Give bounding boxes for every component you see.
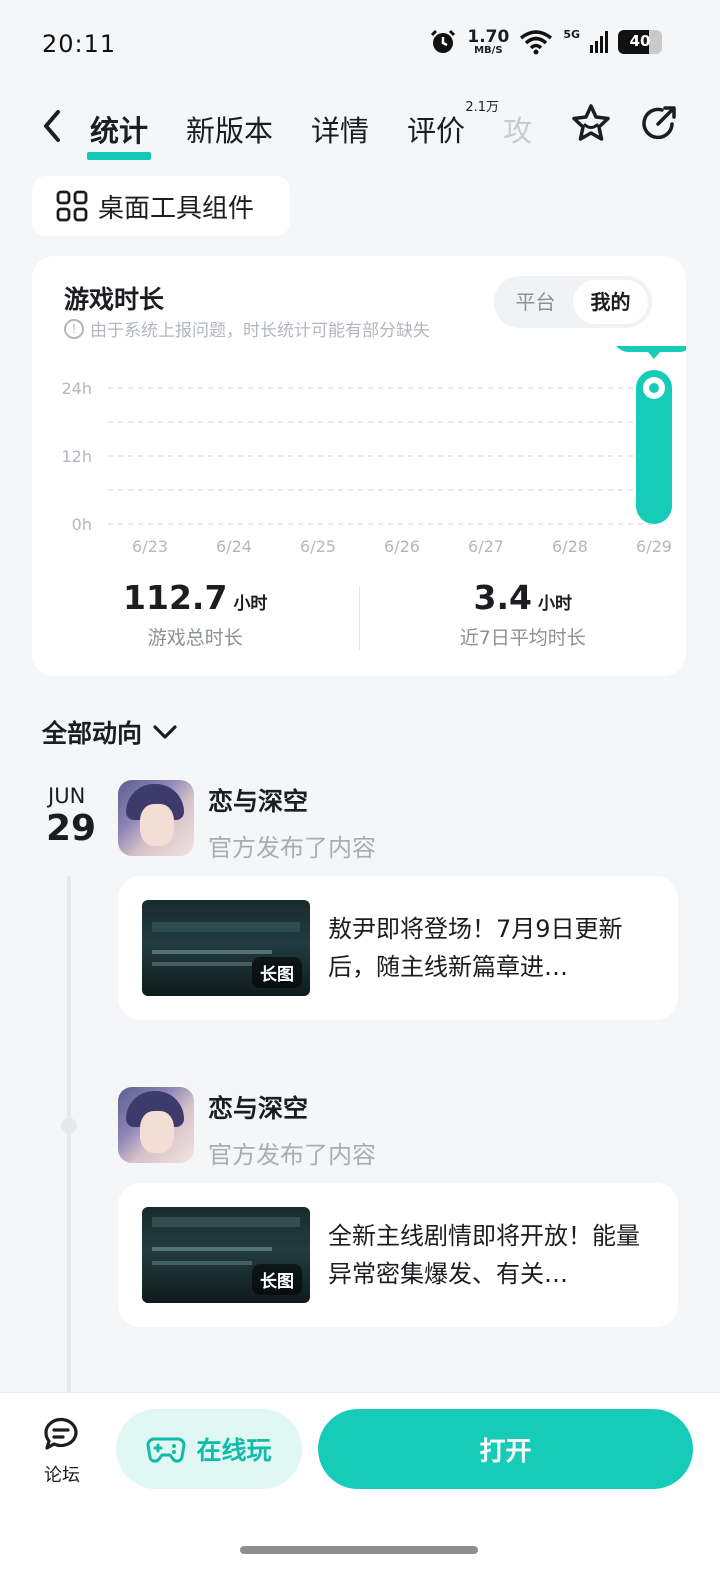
open-button[interactable]: 打开	[318, 1409, 693, 1489]
network-speed: 1.70 MB/S	[467, 26, 510, 56]
forum-icon	[44, 1417, 78, 1450]
forum-button[interactable]: 论坛	[38, 1413, 86, 1487]
desktop-widget-button[interactable]: 桌面工具组件	[32, 176, 290, 236]
x-tick-label: 6/24	[216, 537, 252, 556]
card-title: 游戏时长	[64, 285, 165, 314]
star-icon[interactable]	[570, 102, 612, 144]
avatar[interactable]	[118, 780, 194, 856]
summary-row: 112.7 小时 游戏总时长 3.4 小时 近7日平均时长	[32, 578, 686, 658]
total-label: 游戏总时长	[147, 627, 243, 649]
x-tick-label: 6/27	[468, 537, 504, 556]
bar-label-bubble	[616, 346, 686, 352]
total-unit: 小时	[233, 594, 268, 614]
avg-unit: 小时	[537, 594, 572, 614]
date-month: JUN	[48, 784, 86, 808]
post-author: 恋与深空	[208, 787, 309, 816]
total-time: 112.7 小时 游戏总时长	[32, 578, 359, 658]
top-nav: 统计 新版本 详情 评价 2.1万 攻	[0, 96, 720, 160]
avg-value: 3.4	[473, 578, 532, 617]
tab-reviews-label: 评价	[407, 114, 466, 148]
card-note-text: 由于系统上报问题，时长统计可能有部分缺失	[90, 321, 430, 341]
x-tick-label: 6/26	[384, 537, 420, 556]
x-tick-label: 6/23	[132, 537, 168, 556]
post-text: 敖尹即将登场！7月9日更新后，随主线新篇章进…	[328, 915, 623, 981]
bar-marker-dot	[649, 383, 659, 393]
tab-guide[interactable]: 攻	[503, 96, 532, 150]
feed-filter-label: 全部动向	[42, 719, 143, 748]
battery-icon: 40	[618, 30, 662, 54]
status-time: 20:11	[42, 30, 117, 58]
back-icon[interactable]	[38, 108, 68, 144]
timeline-dot	[61, 1118, 77, 1134]
chevron-down-icon	[153, 725, 177, 739]
play-online-button[interactable]: 在线玩	[116, 1409, 302, 1489]
tab-stats[interactable]: 统计	[86, 96, 152, 160]
avg-label: 近7日平均时长	[459, 627, 586, 649]
feed-filter-dropdown[interactable]: 全部动向	[42, 714, 178, 750]
post-author: 恋与深空	[208, 1094, 309, 1123]
tab-reviews[interactable]: 评价 2.1万	[407, 96, 499, 150]
toggle-mine[interactable]: 我的	[573, 280, 648, 324]
grid-icon	[56, 190, 88, 222]
post-thumbnail: 长图	[142, 1207, 310, 1303]
post-thumbnail: 长图	[142, 900, 310, 996]
post-card[interactable]: 长图 敖尹即将登场！7月9日更新后，随主线新篇章进…	[118, 876, 678, 1020]
post-subtitle: 官方发布了内容	[208, 1141, 376, 1169]
alarm-icon	[431, 29, 456, 53]
play-online-label: 在线玩	[196, 1436, 272, 1465]
y-tick-label: 12h	[62, 447, 93, 466]
tab-new-version[interactable]: 新版本	[186, 96, 273, 150]
total-value: 112.7	[123, 578, 228, 617]
forum-label: 论坛	[44, 1465, 80, 1486]
long-image-badge: 长图	[252, 1264, 302, 1295]
play-time-chart: 24h12h0h6/236/246/256/266/276/286/2924小时	[32, 346, 686, 566]
tab-details[interactable]: 详情	[311, 96, 369, 150]
post-header[interactable]: 恋与深空 官方发布了内容	[118, 780, 376, 863]
review-count-badge: 2.1万	[465, 100, 500, 115]
x-tick-label: 6/25	[300, 537, 336, 556]
timeline-line	[67, 876, 71, 1396]
date-day: 29	[46, 808, 97, 849]
wifi-icon	[520, 30, 553, 55]
chart-svg: 24h12h0h6/236/246/256/266/276/286/2924小时	[62, 346, 686, 556]
play-time-card: 游戏时长 ! 由于系统上报问题，时长统计可能有部分缺失 平台 我的 24h 12h…	[32, 256, 686, 676]
bar-label-pointer	[648, 352, 660, 359]
toggle-platform[interactable]: 平台	[498, 280, 573, 324]
home-indicator	[240, 1546, 478, 1554]
data-source-toggle: 平台 我的	[494, 276, 652, 328]
x-tick-label: 6/29	[636, 537, 672, 556]
average-time: 3.4 小时 近7日平均时长	[360, 578, 687, 658]
gamepad-icon	[146, 1437, 186, 1463]
info-icon: !	[64, 318, 84, 339]
x-tick-label: 6/28	[552, 537, 588, 556]
share-icon[interactable]	[638, 102, 680, 144]
y-tick-label: 0h	[72, 515, 92, 534]
post-subtitle: 官方发布了内容	[208, 834, 376, 862]
status-bar: 20:11 1.70 MB/S 5G 40	[0, 0, 720, 90]
y-tick-label: 24h	[62, 379, 93, 398]
tab-bar: 统计 新版本 详情 评价 2.1万 攻	[86, 96, 532, 160]
post-header[interactable]: 恋与深空 官方发布了内容	[118, 1087, 376, 1170]
post-card[interactable]: 长图 全新主线剧情即将开放！能量异常密集爆发、有关…	[118, 1183, 678, 1327]
status-icons: 1.70 MB/S 5G 40	[429, 28, 662, 56]
long-image-badge: 长图	[252, 957, 302, 988]
widget-chip-label: 桌面工具组件	[98, 193, 255, 224]
post-text: 全新主线剧情即将开放！能量异常密集爆发、有关…	[328, 1222, 640, 1288]
avatar[interactable]	[118, 1087, 194, 1163]
card-note: ! 由于系统上报问题，时长统计可能有部分缺失	[64, 316, 430, 341]
network-type: 5G	[563, 28, 580, 41]
signal-icon	[590, 31, 608, 53]
